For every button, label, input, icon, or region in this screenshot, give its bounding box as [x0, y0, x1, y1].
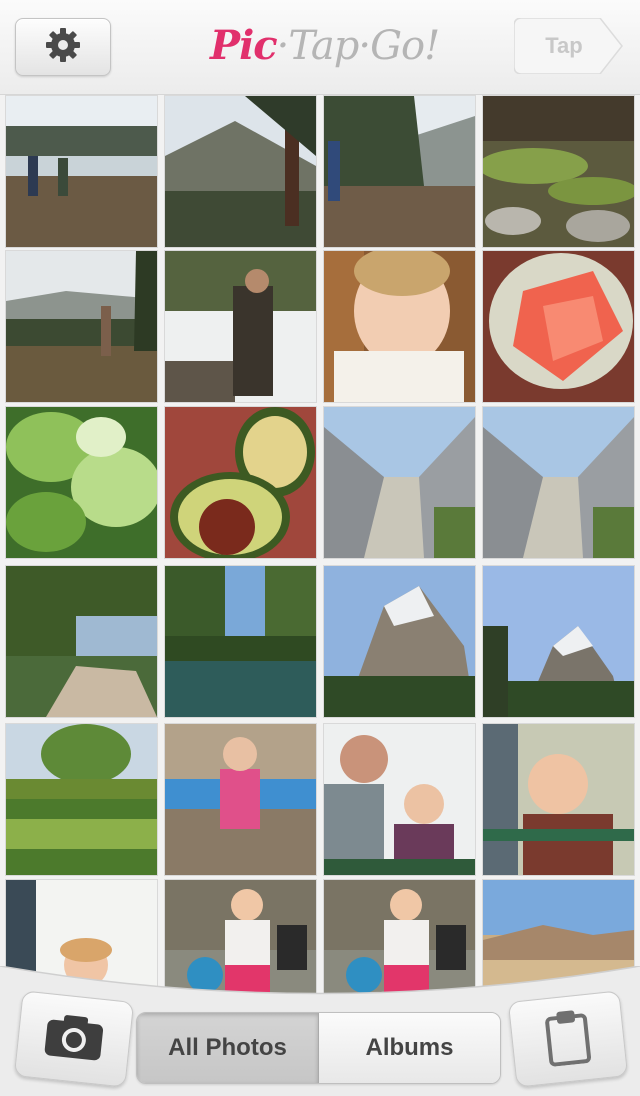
clipboard-button[interactable] [507, 990, 629, 1088]
settings-button[interactable] [15, 18, 111, 76]
tab-albums[interactable]: Albums [319, 1013, 500, 1083]
photo-thumbnail[interactable] [165, 407, 316, 558]
photo-thumbnail[interactable] [483, 724, 634, 875]
photo-thumbnail[interactable] [6, 566, 157, 717]
photo-thumbnail[interactable] [165, 251, 316, 402]
photo-thumbnail[interactable] [165, 566, 316, 717]
gear-icon [43, 25, 83, 70]
photo-thumbnail[interactable] [324, 96, 475, 247]
bottom-toolbar: All Photos Albums [0, 966, 640, 1096]
logo-tap-go: ·Tap·Go! [276, 23, 441, 69]
tap-button[interactable]: Tap [514, 18, 624, 74]
clipboard-icon [542, 1006, 594, 1071]
camera-button[interactable] [13, 990, 135, 1088]
photo-thumbnail[interactable] [483, 407, 634, 558]
app-logo: Pic·Tap·Go! [210, 14, 440, 78]
photo-thumbnail[interactable] [324, 407, 475, 558]
camera-icon [41, 1011, 106, 1068]
photo-thumbnail[interactable] [324, 566, 475, 717]
photo-thumbnail[interactable] [6, 251, 157, 402]
photo-thumbnail[interactable] [324, 724, 475, 875]
tap-button-label: Tap [545, 33, 583, 58]
photo-thumbnail[interactable] [6, 724, 157, 875]
photo-thumbnail[interactable] [483, 566, 634, 717]
photo-thumbnail[interactable] [165, 724, 316, 875]
top-bar: Pic·Tap·Go! Tap [0, 0, 640, 95]
view-switcher: All Photos Albums [136, 1012, 501, 1084]
photo-thumbnail[interactable] [165, 96, 316, 247]
photo-grid [0, 94, 640, 1054]
photo-thumbnail[interactable] [483, 96, 634, 247]
photo-thumbnail[interactable] [6, 96, 157, 247]
photo-thumbnail[interactable] [324, 251, 475, 402]
tab-all-photos[interactable]: All Photos [137, 1013, 319, 1083]
photo-thumbnail[interactable] [483, 251, 634, 402]
logo-pic: Pic [210, 22, 278, 69]
photo-thumbnail[interactable] [6, 407, 157, 558]
